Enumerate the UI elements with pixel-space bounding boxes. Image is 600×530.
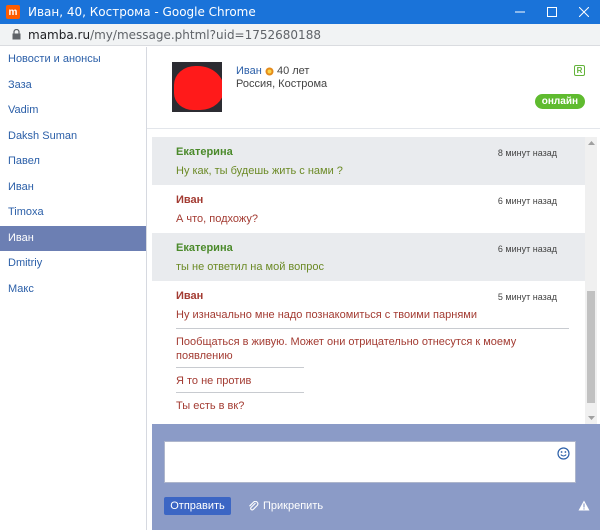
message-text: ты не ответил на мой вопрос xyxy=(176,261,324,273)
message-text: Пообщаться в живую. Может они отрицатель… xyxy=(176,328,569,367)
sidebar-item-maks[interactable]: Макс xyxy=(0,277,146,303)
message-item: Иван 6 минут назад А что, подхожу? xyxy=(152,185,585,233)
message-item: Екатерина 8 минут назад Ну как, ты будеш… xyxy=(152,137,585,185)
paperclip-icon xyxy=(249,500,259,510)
maximize-button[interactable] xyxy=(536,0,568,24)
message-item: Екатерина 6 минут назад ты не ответил на… xyxy=(152,233,585,281)
compose-panel: Отправить Прикрепить xyxy=(152,424,600,530)
message-scrollbar[interactable] xyxy=(585,137,597,424)
minimize-button[interactable] xyxy=(504,0,536,24)
profile-header: Иван 40 лет Россия, Кострома R онлайн xyxy=(147,47,600,129)
crown-icon xyxy=(265,67,274,76)
attach-label: Прикрепить xyxy=(263,500,324,512)
url-path: /my/message.phtml?uid=1752680188 xyxy=(90,27,321,42)
message-list: Екатерина 8 минут назад Ну как, ты будеш… xyxy=(152,137,585,424)
message-time: 8 минут назад xyxy=(497,148,557,158)
scroll-up-arrow-icon[interactable] xyxy=(585,138,597,148)
message-time: 6 минут назад xyxy=(497,196,557,206)
sidebar-item-vadim[interactable]: Vadim xyxy=(0,98,146,124)
sidebar-item-daksh-suman[interactable]: Daksh Suman xyxy=(0,124,146,150)
close-button[interactable] xyxy=(568,0,600,24)
message-input[interactable] xyxy=(164,441,576,483)
sidebar-item-ivan-active[interactable]: Иван xyxy=(0,225,146,251)
message-text: Ну как, ты будешь жить с нами ? xyxy=(176,165,343,177)
avatar[interactable] xyxy=(172,62,222,112)
message-time: 6 минут назад xyxy=(497,244,557,254)
address-bar[interactable]: mamba.ru/my/message.phtml?uid=1752680188 xyxy=(0,24,600,46)
window-controls xyxy=(504,0,600,24)
sidebar-item-zaza[interactable]: Заза xyxy=(0,73,146,99)
avatar-redaction xyxy=(174,66,222,110)
maximize-icon xyxy=(547,7,557,17)
mamba-app-icon: m xyxy=(6,5,20,19)
message-text: Ты есть в вк? xyxy=(176,392,304,417)
scroll-thumb[interactable] xyxy=(587,291,595,403)
window-titlebar: m Иван, 40, Кострома - Google Chrome xyxy=(0,0,600,24)
window-title: Иван, 40, Кострома - Google Chrome xyxy=(28,5,256,19)
message-item: Иван 5 минут назад Ну изначально мне над… xyxy=(152,281,585,424)
sidebar-item-pavel[interactable]: Павел xyxy=(0,149,146,175)
send-button[interactable]: Отправить xyxy=(164,497,231,515)
minimize-icon xyxy=(515,11,525,13)
sidebar-item-dmitriy[interactable]: Dmitriy xyxy=(0,251,146,277)
sidebar-item-news[interactable]: Новости и анонсы xyxy=(0,47,146,73)
message-text: Я то не против xyxy=(176,367,304,392)
message-time: 5 минут назад xyxy=(497,292,557,302)
contacts-sidebar: Новости и анонсы Заза Vadim Daksh Suman … xyxy=(0,47,147,530)
url-domain: mamba.ru xyxy=(28,27,91,42)
sidebar-item-ivan[interactable]: Иван xyxy=(0,175,146,201)
profile-location: Россия, Кострома xyxy=(236,78,328,90)
message-text: А что, подхожу? xyxy=(176,213,258,225)
online-status-badge: онлайн xyxy=(534,94,585,109)
url-text[interactable]: mamba.ru/my/message.phtml?uid=1752680188 xyxy=(28,28,321,42)
attach-button[interactable]: Прикрепить xyxy=(248,500,323,512)
sidebar-item-timoxa[interactable]: Timoxa xyxy=(0,200,146,226)
profile-age: 40 лет xyxy=(276,65,310,77)
r-badge: R xyxy=(574,65,585,76)
warning-icon[interactable] xyxy=(578,500,590,511)
profile-name-line: Иван 40 лет xyxy=(236,65,309,77)
close-icon xyxy=(579,7,589,17)
message-text: Ну изначально мне надо познакомиться с т… xyxy=(176,309,477,321)
profile-name-link[interactable]: Иван xyxy=(236,65,262,77)
lock-icon xyxy=(10,29,22,41)
smile-icon[interactable] xyxy=(557,447,570,460)
scroll-down-arrow-icon[interactable] xyxy=(585,413,597,423)
